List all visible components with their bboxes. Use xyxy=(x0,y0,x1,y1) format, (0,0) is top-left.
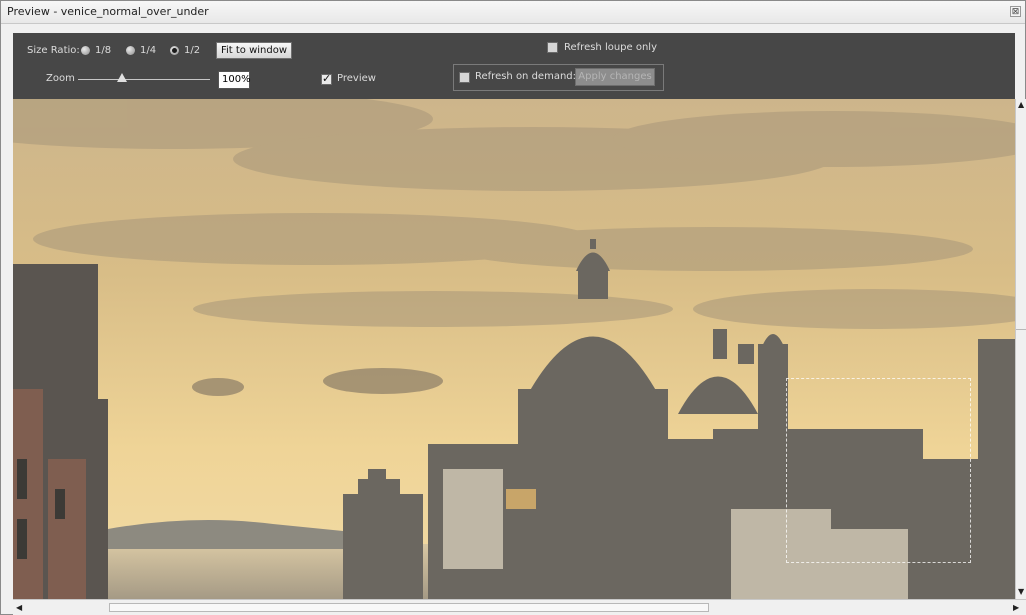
apply-changes-button[interactable]: Apply changes xyxy=(575,68,655,86)
preview-label: Preview xyxy=(337,73,376,84)
ratio-1-4-label: 1/4 xyxy=(140,45,157,56)
horizontal-scrollbar[interactable]: ◀ ▶ xyxy=(13,599,1026,615)
image-preview-viewport[interactable] xyxy=(13,99,1015,599)
fit-to-window-button[interactable]: Fit to window xyxy=(216,42,292,59)
zoom-slider-track[interactable] xyxy=(78,79,210,80)
title-bar: Preview - venice_normal_over_under ⊠ xyxy=(1,1,1025,24)
loupe-marquee[interactable] xyxy=(786,378,971,563)
scroll-right-icon[interactable]: ▶ xyxy=(1013,604,1019,612)
zoom-label: Zoom xyxy=(46,73,75,84)
refresh-loupe-label: Refresh loupe only xyxy=(564,42,658,53)
zoom-percent-field[interactable]: 100% xyxy=(218,71,251,89)
refresh-loupe-checkbox[interactable] xyxy=(547,42,558,53)
preview-window: Preview - venice_normal_over_under ⊠ Siz… xyxy=(0,0,1026,615)
scroll-left-icon[interactable]: ◀ xyxy=(16,604,22,612)
window-title: Preview - venice_normal_over_under xyxy=(7,5,209,18)
vertical-scroll-thumb-edge[interactable] xyxy=(1016,329,1026,330)
horizontal-scroll-thumb[interactable] xyxy=(109,603,709,612)
preview-toolbar: Size Ratio: 1/8 1/4 1/2 Fit to window Zo… xyxy=(13,33,1015,99)
ratio-1-2-label: 1/2 xyxy=(184,45,201,56)
ratio-1-4-radio[interactable] xyxy=(126,46,135,55)
refresh-on-demand-label: Refresh on demand: xyxy=(475,71,577,82)
vertical-scrollbar[interactable]: ▲ ▼ xyxy=(1015,99,1026,599)
ratio-1-2-radio[interactable] xyxy=(170,46,179,55)
ratio-1-8-label: 1/8 xyxy=(95,45,112,56)
preview-checkbox[interactable] xyxy=(321,72,332,85)
size-ratio-label: Size Ratio: xyxy=(27,45,80,56)
zoom-slider-thumb[interactable] xyxy=(117,73,127,82)
scroll-up-icon[interactable]: ▲ xyxy=(1018,101,1024,109)
scroll-down-icon[interactable]: ▼ xyxy=(1018,588,1024,596)
refresh-on-demand-checkbox[interactable] xyxy=(459,72,470,83)
close-icon[interactable]: ⊠ xyxy=(1010,6,1021,17)
ratio-1-8-radio[interactable] xyxy=(81,46,90,55)
